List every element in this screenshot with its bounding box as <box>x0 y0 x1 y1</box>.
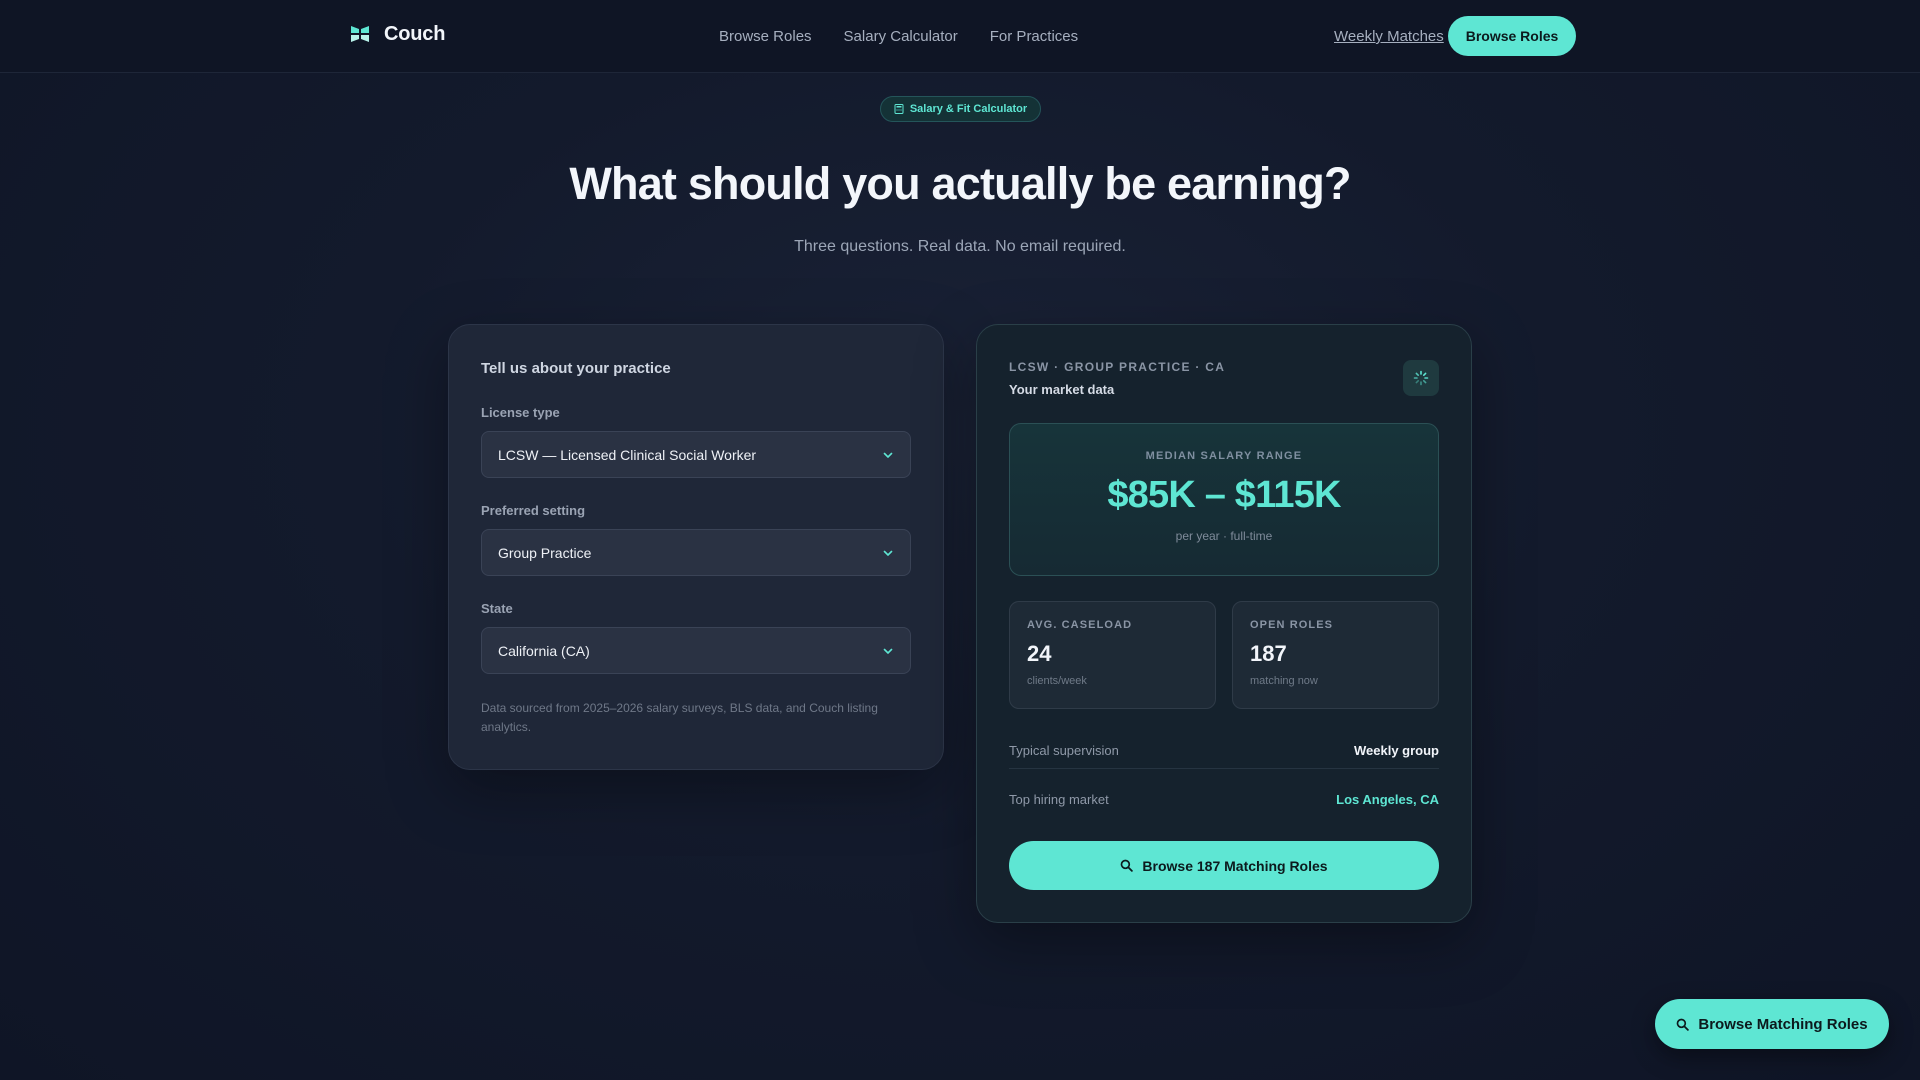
cta-label: Browse 187 Matching Roles <box>1142 857 1328 874</box>
caseload-value: 24 <box>1027 641 1052 666</box>
caseload-label: AVG. CASELOAD <box>1027 619 1133 631</box>
license-label: License type <box>481 405 560 420</box>
caseload-stat: AVG. CASELOAD 24 clients/week <box>1009 601 1216 709</box>
search-icon <box>1677 1018 1690 1031</box>
salary-value: $85K – $115K <box>1107 474 1341 516</box>
couch-logo-icon <box>351 26 369 42</box>
license-value: LCSW — Licensed Clinical Social Worker <box>498 446 757 463</box>
open-roles-label: OPEN ROLES <box>1250 619 1334 631</box>
supervision-row: Typical supervision Weekly group <box>1009 733 1439 769</box>
state-label: State <box>481 601 513 616</box>
badge-label: Salary & Fit Calculator <box>909 103 1028 115</box>
floating-cta-label: Browse Matching Roles <box>1698 1015 1868 1033</box>
brand-name: Couch <box>384 22 446 45</box>
browse-matching-roles-button[interactable]: Browse 187 Matching Roles <box>1009 841 1439 890</box>
hiring-market-value: Los Angeles, CA <box>1336 791 1439 807</box>
caseload-note: clients/week <box>1027 675 1087 687</box>
floating-browse-button[interactable]: Browse Matching Roles <box>1655 999 1889 1049</box>
search-icon <box>1121 859 1134 872</box>
chevron-down-icon <box>883 648 893 654</box>
weekly-matches-link[interactable]: Weekly Matches <box>1334 28 1444 45</box>
nav-salary-calculator[interactable]: Salary Calculator <box>844 28 958 45</box>
setting-label: Preferred setting <box>481 503 586 518</box>
spinner-icon <box>1413 370 1429 386</box>
setting-field: Preferred setting Group Practice <box>481 503 911 576</box>
salary-note: per year · full-time <box>1175 529 1273 543</box>
top-navigation: Couch Browse Roles Salary Calculator For… <box>0 0 1920 73</box>
state-value: California (CA) <box>498 642 590 659</box>
main-nav: Browse Roles Salary Calculator For Pract… <box>719 28 1078 45</box>
license-field: License type LCSW — Licensed Clinical So… <box>481 405 911 478</box>
results-title: Your market data <box>1009 382 1115 397</box>
open-roles-value: 187 <box>1250 641 1287 666</box>
nav-browse-roles[interactable]: Browse Roles <box>719 28 812 45</box>
salary-range-panel: MEDIAN SALARY RANGE $85K – $115K per yea… <box>1009 423 1439 576</box>
calculator-badge: Salary & Fit Calculator <box>880 96 1041 122</box>
data-source-note: Data sourced from 2025–2026 salary surve… <box>481 701 878 734</box>
brand-link[interactable]: Couch <box>348 22 445 46</box>
open-roles-stat: OPEN ROLES 187 matching now <box>1232 601 1439 709</box>
calculator-icon <box>894 104 904 114</box>
state-select[interactable]: California (CA) <box>481 627 911 674</box>
supervision-label: Typical supervision <box>1009 743 1119 758</box>
license-select[interactable]: LCSW — Licensed Clinical Social Worker <box>481 431 911 478</box>
salary-label: MEDIAN SALARY RANGE <box>1145 450 1303 462</box>
page-title: What should you actually be earning? <box>569 158 1351 209</box>
chevron-down-icon <box>883 452 893 458</box>
hiring-market-label: Top hiring market <box>1009 791 1109 807</box>
hiring-market-row: Top hiring market Los Angeles, CA <box>1009 781 1439 817</box>
supervision-value: Weekly group <box>1353 743 1439 758</box>
results-eyebrow: LCSW · GROUP PRACTICE · CA <box>1009 360 1226 374</box>
page-subtitle: Three questions. Real data. No email req… <box>794 238 1126 255</box>
loading-indicator <box>1403 360 1439 396</box>
browse-roles-button[interactable]: Browse Roles <box>1448 16 1576 56</box>
setting-value: Group Practice <box>498 544 592 561</box>
practice-form-card: Tell us about your practice License type… <box>448 324 944 770</box>
state-field: State California (CA) <box>481 601 911 674</box>
chevron-down-icon <box>883 550 893 556</box>
open-roles-note: matching now <box>1250 675 1318 687</box>
form-heading: Tell us about your practice <box>481 360 671 377</box>
market-data-card: LCSW · GROUP PRACTICE · CA Your market d… <box>976 324 1472 923</box>
setting-select[interactable]: Group Practice <box>481 529 911 576</box>
nav-for-practices[interactable]: For Practices <box>990 28 1078 45</box>
